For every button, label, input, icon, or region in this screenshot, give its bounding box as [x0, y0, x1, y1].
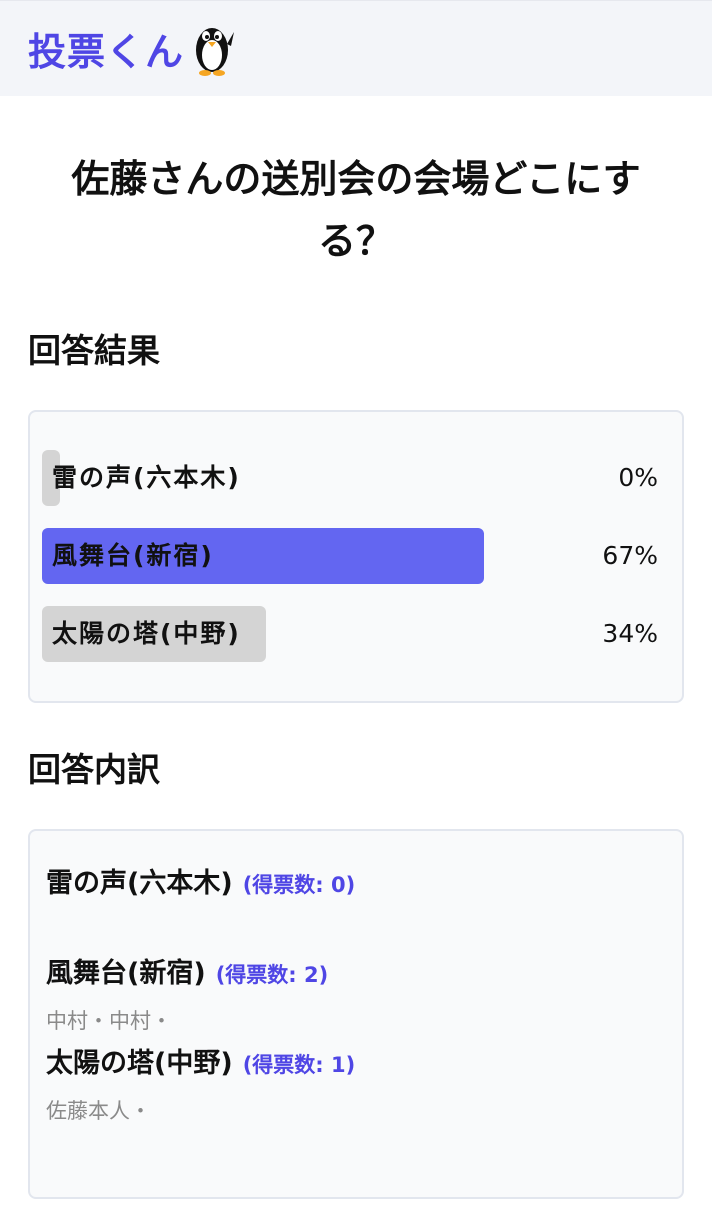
- breakdown-panel: 雷の声(六本木) (得票数: 0) 風舞台(新宿) (得票数: 2) 中村・中村…: [28, 829, 684, 1199]
- result-percent: 34%: [602, 619, 658, 648]
- breakdown-section-title: 回答内訳: [28, 750, 160, 789]
- app-logo[interactable]: 投票くん: [28, 20, 236, 78]
- voter-list: [46, 911, 666, 951]
- result-label: 太陽の塔(中野): [52, 619, 241, 648]
- result-row: 雷の声(六本木) 0%: [42, 450, 670, 506]
- option-name: 太陽の塔(中野): [46, 1048, 233, 1079]
- option-name: 風舞台(新宿): [46, 958, 206, 989]
- option-name: 雷の声(六本木): [46, 868, 233, 899]
- result-label: 雷の声(六本木): [52, 463, 241, 492]
- voter-list: 佐藤本人・: [46, 1099, 151, 1123]
- penguin-icon: [196, 27, 235, 76]
- results-panel: 雷の声(六本木) 0% 風舞台(新宿) 67% 太陽の塔(中野) 34%: [28, 410, 684, 703]
- vote-count: (得票数: 2): [215, 963, 329, 987]
- app-header: 投票くん: [0, 0, 712, 96]
- vote-count: (得票数: 1): [242, 1053, 356, 1077]
- result-row: 太陽の塔(中野) 34%: [42, 606, 670, 662]
- breakdown-item: 太陽の塔(中野) (得票数: 1) 佐藤本人・: [46, 1041, 666, 1131]
- result-percent: 0%: [618, 463, 658, 492]
- result-label: 風舞台(新宿): [52, 541, 214, 570]
- results-section-title: 回答結果: [28, 331, 160, 370]
- result-row: 風舞台(新宿) 67%: [42, 528, 670, 584]
- app-title: 投票くん: [28, 30, 185, 74]
- breakdown-item: 雷の声(六本木) (得票数: 0): [46, 861, 666, 951]
- vote-count: (得票数: 0): [242, 873, 356, 897]
- result-percent: 67%: [602, 541, 658, 570]
- poll-question: 佐藤さんの送別会の会場どこにする？: [71, 157, 641, 263]
- voter-list: 中村・中村・: [46, 1009, 172, 1033]
- breakdown-item: 風舞台(新宿) (得票数: 2) 中村・中村・: [46, 951, 666, 1041]
